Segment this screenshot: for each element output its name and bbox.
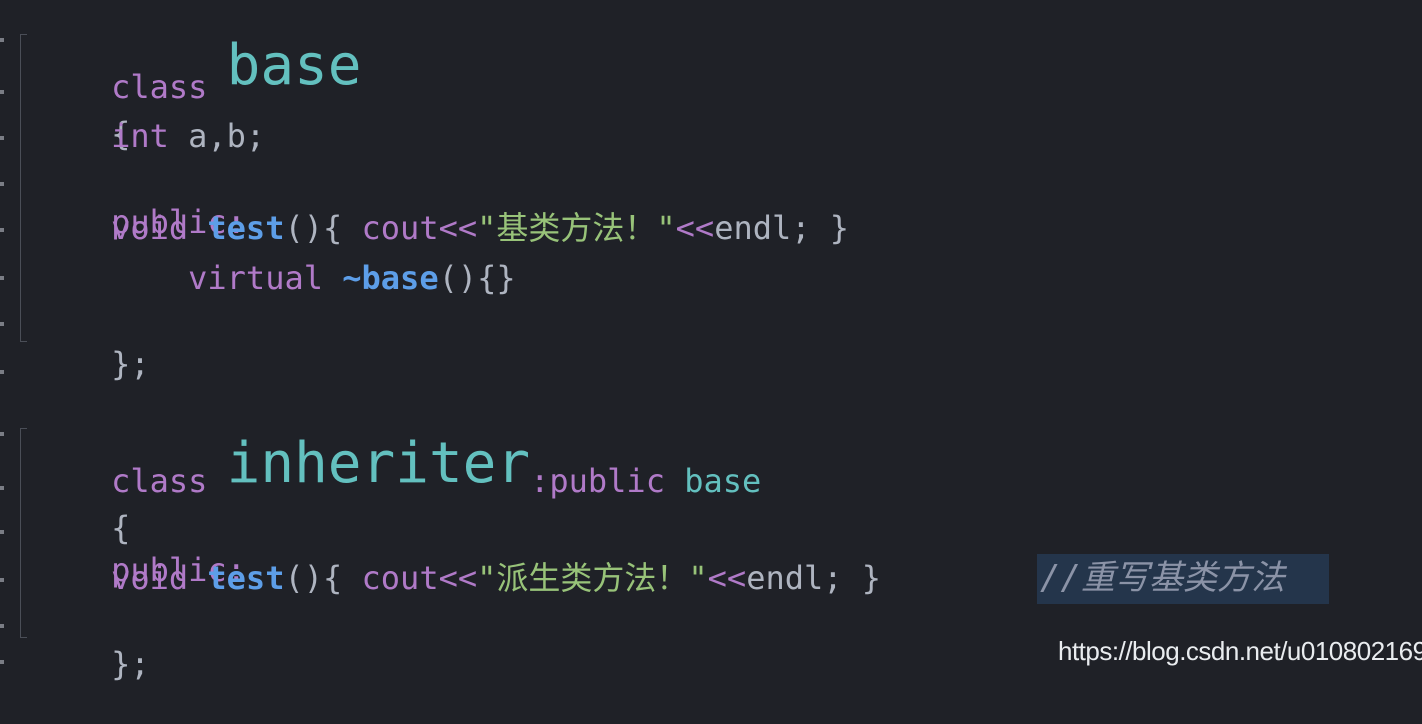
- gutter-marker: [0, 486, 4, 490]
- endl-statement: endl; }: [746, 559, 882, 597]
- access-specifier: public: [549, 462, 665, 500]
- gutter-marker: [0, 530, 4, 534]
- gutter-marker: [0, 276, 4, 280]
- parens: (){: [284, 559, 362, 597]
- string-literal: "基类方法！": [477, 209, 676, 247]
- code-line: };: [34, 604, 150, 724]
- gutter-marker: [0, 578, 4, 582]
- gutter-marker: [0, 624, 4, 628]
- gutter-marker: [0, 38, 4, 42]
- cout-identifier: cout: [361, 209, 439, 247]
- stream-operator: <<: [707, 559, 747, 597]
- code-comment: //重写基类方法: [1040, 558, 1285, 598]
- code-line: void test(){ cout<<"基类方法！"<<endl; }: [34, 208, 849, 248]
- string-literal: "派生类方法！": [477, 559, 708, 597]
- class-name: inheriter: [226, 431, 531, 496]
- endl-statement: endl; }: [714, 209, 850, 247]
- fold-guide[interactable]: [20, 34, 27, 342]
- parens: (){: [284, 209, 362, 247]
- code-line: virtual ~base(){}: [34, 258, 516, 298]
- stream-operator: <<: [675, 209, 715, 247]
- type-keyword: void: [111, 559, 189, 597]
- function-name: test: [207, 209, 285, 247]
- watermark-url: https://blog.csdn.net/u010802169: [1058, 636, 1422, 666]
- code-editor[interactable]: class base { int a,b; public: void test(…: [0, 0, 1422, 692]
- virtual-keyword: virtual: [188, 259, 323, 297]
- type-keyword: void: [111, 209, 189, 247]
- gutter-marker: [0, 228, 4, 232]
- base-class-name: base: [684, 462, 762, 500]
- gutter-marker: [0, 90, 4, 94]
- type-keyword: int: [111, 117, 169, 155]
- fold-guide[interactable]: [20, 428, 27, 638]
- code-line: void test(){ cout<<"派生类方法！"<<endl; }: [34, 558, 881, 598]
- code-line: int a,b;: [34, 116, 265, 156]
- gutter-marker: [0, 322, 4, 326]
- gutter-marker: [0, 660, 4, 664]
- closing-brace: };: [111, 345, 150, 383]
- stream-operator: <<: [438, 209, 478, 247]
- closing-brace: };: [111, 645, 150, 683]
- gutter-marker: [0, 136, 4, 140]
- colon: :: [530, 462, 550, 500]
- code-line: };: [34, 304, 150, 424]
- gutter-marker: [0, 432, 4, 436]
- parens: (){}: [438, 259, 516, 297]
- gutter-marker: [0, 370, 4, 374]
- destructor-name: ~base: [342, 259, 439, 297]
- cout-identifier: cout: [361, 559, 439, 597]
- identifiers: a,b;: [168, 117, 266, 155]
- stream-operator: <<: [438, 559, 478, 597]
- class-name: base: [226, 33, 362, 98]
- gutter-marker: [0, 182, 4, 186]
- function-name: test: [207, 559, 285, 597]
